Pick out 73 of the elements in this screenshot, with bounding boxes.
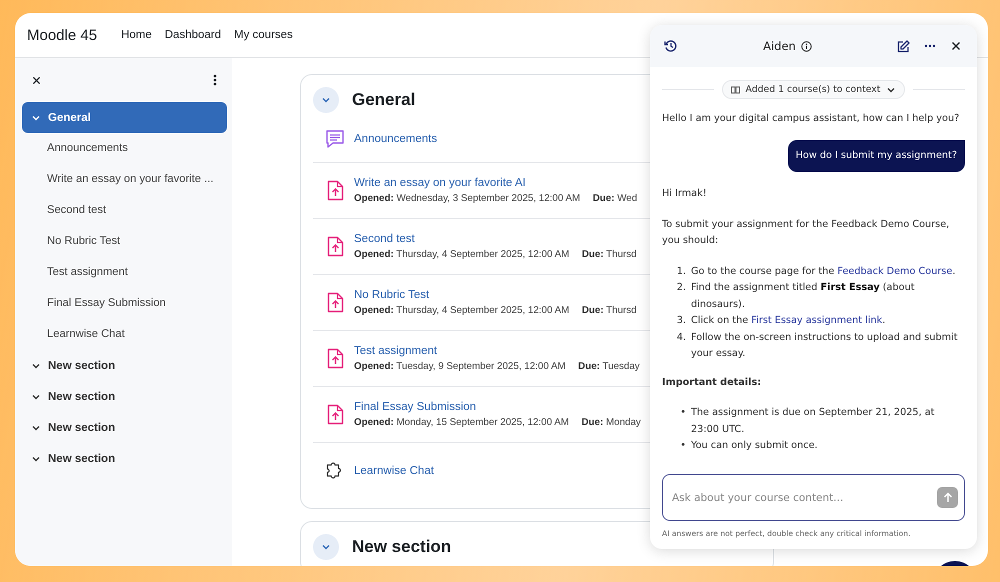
activity-link[interactable]: Learnwise Chat bbox=[354, 464, 434, 476]
edit-icon[interactable] bbox=[897, 40, 910, 52]
list-item: Click on the First Essay assignment link. bbox=[691, 314, 886, 328]
list-marker: 3. bbox=[676, 314, 686, 328]
close-button[interactable] bbox=[951, 41, 961, 51]
list-item: Follow the on-screen instructions to upload and submit your essay. bbox=[691, 330, 959, 361]
activity-item[interactable]: Announcements bbox=[22, 133, 227, 164]
file-upload-icon bbox=[326, 404, 344, 425]
link[interactable]: Feedback Demo Course bbox=[837, 266, 952, 276]
info-icon[interactable] bbox=[800, 40, 812, 52]
activity-item[interactable]: Learnwise Chat bbox=[22, 319, 227, 350]
list-item: Find the assignment titled First Essay (about dinosaurs). bbox=[691, 281, 916, 312]
close-icon bbox=[32, 76, 41, 84]
book-icon bbox=[730, 86, 740, 94]
site-name[interactable]: Moodle 45 bbox=[27, 26, 98, 44]
activity-dates: Opened: Thursday, 4 September 2025, 12:00 AM Due: Thursd bbox=[354, 249, 637, 260]
activity-item[interactable]: Test assignment bbox=[22, 257, 227, 288]
section-title: General bbox=[352, 90, 416, 110]
activity-dates: Opened: Monday, 15 September 2025, 12:00 AM Due: Monday bbox=[354, 417, 641, 428]
activity-link[interactable]: No Rubric Test bbox=[354, 289, 637, 301]
arrow-up-icon bbox=[942, 492, 952, 503]
activity-link[interactable]: Final Essay Submission bbox=[354, 401, 641, 413]
section-item[interactable]: New section bbox=[22, 350, 227, 381]
user-message: How do I submit my assignment? bbox=[788, 140, 965, 172]
message-text: Hello I am your digital campus assistant, how can I help you? bbox=[662, 112, 960, 126]
message-text: To submit your assignment for the Feedback Demo Course, you should: bbox=[662, 218, 950, 248]
activity-link[interactable]: Write an essay on your favorite AI bbox=[354, 177, 638, 189]
section-item[interactable]: New section bbox=[22, 381, 227, 412]
list-marker: 4. bbox=[676, 330, 686, 344]
collapse-toggle[interactable] bbox=[313, 87, 339, 113]
list-marker: • bbox=[679, 439, 686, 453]
history-icon[interactable] bbox=[664, 39, 678, 53]
nav-link[interactable]: My courses bbox=[234, 29, 293, 41]
chevron-down-icon bbox=[321, 542, 331, 552]
file-upload-icon bbox=[326, 292, 344, 313]
message-heading: Important details: bbox=[662, 376, 762, 390]
activity-dates: Opened: Wednesday, 3 September 2025, 12:00 AM Due: Wed bbox=[354, 193, 638, 204]
chat-title: Aiden bbox=[763, 39, 796, 53]
list-item: Go to the course page for the Feedback Demo Course. bbox=[691, 264, 956, 278]
speech-bubble-icon bbox=[325, 129, 345, 149]
close-icon bbox=[951, 41, 961, 51]
context-chip[interactable]: Added 1 course(s) to context bbox=[722, 80, 906, 99]
nav-link[interactable]: Dashboard bbox=[164, 29, 222, 41]
activity-item[interactable]: Second test bbox=[22, 195, 227, 226]
activity-link[interactable]: Second test bbox=[354, 233, 637, 245]
section-item[interactable]: General bbox=[22, 102, 227, 133]
activity-dates: Opened: Tuesday, 9 September 2025, 12:00 AM Due: Tuesday bbox=[354, 361, 640, 372]
more-options-icon[interactable] bbox=[924, 44, 936, 48]
file-upload-icon bbox=[326, 236, 344, 257]
link[interactable]: First Essay assignment link bbox=[751, 315, 882, 326]
list-item: The assignment is due on September 21, 2025, at 23:00 UTC. bbox=[691, 406, 936, 436]
file-upload-icon bbox=[326, 180, 344, 201]
activity-item[interactable]: Final Essay Submission bbox=[22, 288, 227, 319]
activity-dates: Opened: Thursday, 4 September 2025, 12:00 AM Due: Thursd bbox=[354, 305, 637, 316]
message-text: Hi Irmak! bbox=[662, 187, 708, 201]
list-item: You can only submit once. bbox=[691, 439, 818, 453]
activity-link[interactable]: Announcements bbox=[354, 133, 438, 145]
section-title: New section bbox=[352, 537, 452, 557]
close-button[interactable] bbox=[32, 76, 41, 84]
section-item[interactable]: New section bbox=[22, 443, 227, 474]
section-item[interactable]: New section bbox=[22, 412, 227, 443]
activity-item[interactable]: No Rubric Test bbox=[22, 226, 227, 257]
more-options-icon[interactable] bbox=[213, 74, 217, 86]
list-marker: • bbox=[679, 406, 686, 420]
message-input[interactable]: Ask about your course content... bbox=[662, 474, 965, 521]
list-marker: 2. bbox=[676, 281, 686, 295]
nav-link[interactable]: Home bbox=[121, 29, 152, 41]
collapse-toggle[interactable] bbox=[313, 534, 339, 560]
activity-link[interactable]: Test assignment bbox=[354, 345, 640, 357]
activity-item[interactable]: Write an essay on your favorite ... bbox=[22, 164, 227, 195]
file-upload-icon bbox=[326, 348, 344, 369]
list-marker: 1. bbox=[676, 264, 686, 278]
chevron-down-icon bbox=[321, 95, 331, 105]
